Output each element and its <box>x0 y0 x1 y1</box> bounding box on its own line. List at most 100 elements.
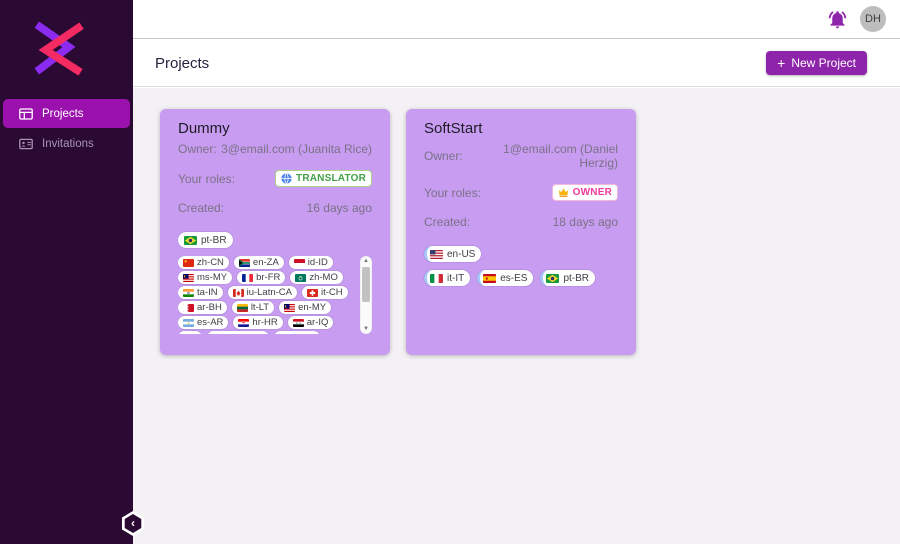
sidebar-item-label: Invitations <box>42 137 94 150</box>
base-language-row: en-US <box>424 246 618 262</box>
owner-label: Owner: <box>424 149 463 163</box>
created-value: 16 days ago <box>306 201 372 215</box>
owner-value: 3@email.com (Juanita Rice) <box>221 142 372 156</box>
user-avatar[interactable]: DH <box>860 6 886 32</box>
language-chip-id-ID: id-ID <box>288 256 333 269</box>
language-code: hr-HR <box>252 317 278 328</box>
flag-us-icon <box>430 249 443 259</box>
language-code: it-IT <box>447 272 465 284</box>
project-card-list: Dummy Owner: 3@email.com (Juanita Rice) You… <box>133 88 900 355</box>
language-chip-en-ZA: en-ZA <box>233 256 284 269</box>
flag-id-icon <box>293 258 305 267</box>
language-chip-ta-IN: ta-IN <box>178 286 223 299</box>
flag-br-icon <box>546 273 560 283</box>
language-chip-ms-MY: ms-MY <box>178 271 233 284</box>
language-code: es-ES <box>500 272 528 284</box>
language-code: zh-CN <box>197 257 224 268</box>
flag-my-icon <box>284 303 296 312</box>
owner-value: 1@email.com (Daniel Herzig) <box>503 142 618 170</box>
project-title: SoftStart <box>424 120 483 137</box>
created-label: Created: <box>424 215 471 229</box>
sidebar-collapse-button[interactable]: ‹ <box>121 511 145 536</box>
chevron-left-icon: ‹ <box>124 514 142 533</box>
language-code: pt-BR <box>201 234 227 246</box>
notification-bell-icon[interactable] <box>827 9 848 30</box>
flag-my-icon <box>183 273 194 282</box>
language-chip-br-FR: br-FR <box>237 271 286 284</box>
language-chip-row: it-IT es-ES pt-BR <box>424 270 618 286</box>
roles-label: Your roles: <box>178 171 235 186</box>
project-title: Dummy <box>178 120 230 137</box>
created-label: Created: <box>178 201 225 215</box>
flag-it-icon <box>430 273 443 283</box>
language-chip-iu-Latn-CA: iu-Latn-CA <box>227 286 298 299</box>
flag-mo-icon <box>295 273 307 282</box>
language-code: br-FR <box>256 272 281 283</box>
language-chip-partial <box>178 331 202 334</box>
flag-iq-icon <box>292 318 304 327</box>
base-language-row: pt-BR <box>178 232 372 248</box>
contact-card-icon <box>19 137 33 151</box>
flag-ar-icon <box>183 318 194 327</box>
language-chip-it-CH: it-CH <box>302 286 348 299</box>
language-scroll-area: zh-CN en-ZA id-ID ms-MY br-FR zh-MO ta-IN iu-La… <box>178 256 372 334</box>
role-label: OWNER <box>572 187 612 198</box>
language-code: id-ID <box>307 257 328 268</box>
language-code: ar-BH <box>197 302 222 313</box>
language-chip-zh-CN: zh-CN <box>178 256 229 269</box>
flag-fr-icon <box>242 273 254 282</box>
language-chip-en-US: en-US <box>424 246 482 262</box>
language-chip-pt-BR: pt-BR <box>540 270 596 286</box>
scroll-down-arrow-icon[interactable]: ▼ <box>360 324 372 334</box>
role-badge: TRANSLATOR <box>275 170 372 187</box>
flag-br-icon <box>184 235 197 245</box>
flag-lt-icon <box>236 303 248 312</box>
flag-cn-icon <box>183 258 194 267</box>
sidebar-item-invitations[interactable]: Invitations <box>3 129 130 158</box>
scroll-up-arrow-icon[interactable]: ▲ <box>360 256 372 266</box>
plus-icon: + <box>777 55 786 71</box>
crown-icon <box>558 188 568 197</box>
page-header: Projects + New Project <box>133 40 900 87</box>
language-chip-lt-LT: lt-LT <box>231 301 275 314</box>
language-code: ms-MY <box>197 272 228 283</box>
language-code: en-ZA <box>252 257 279 268</box>
hexagon-shape: ‹ <box>121 511 145 536</box>
sidebar-item-projects[interactable]: Projects <box>3 99 130 128</box>
role-badge: OWNER <box>551 184 618 201</box>
flag-bh-icon <box>183 303 194 312</box>
language-chip-partial <box>274 331 320 334</box>
globe-icon <box>281 173 292 184</box>
language-code: en-MY <box>298 302 327 313</box>
language-chip-it-IT: it-IT <box>424 270 471 286</box>
language-chip-ar-BH: ar-BH <box>178 301 227 314</box>
flag-in-icon <box>183 288 194 297</box>
new-project-label: New Project <box>791 56 856 70</box>
project-card-softstart[interactable]: SoftStart Owner: 1@email.com (Daniel Herzi… <box>406 109 636 355</box>
language-chip-hr-HR: hr-HR <box>233 316 283 329</box>
logo-icon <box>34 21 84 76</box>
sidebar-item-label: Projects <box>42 107 84 120</box>
flag-ca-icon <box>232 288 244 297</box>
flag-ch-icon <box>307 288 319 297</box>
role-label: TRANSLATOR <box>296 173 366 184</box>
language-chip-pt-BR: pt-BR <box>178 232 233 248</box>
new-project-button[interactable]: + New Project <box>766 51 867 75</box>
created-value: 18 days ago <box>552 215 618 229</box>
scrollbar[interactable]: ▲ ▼ <box>360 256 372 334</box>
owner-label: Owner: <box>178 142 217 156</box>
roles-label: Your roles: <box>424 185 481 200</box>
language-chip-partial <box>207 331 269 334</box>
language-chip-zh-MO: zh-MO <box>290 271 343 284</box>
page-title: Projects <box>155 54 210 72</box>
language-chip-ar-IQ: ar-IQ <box>287 316 334 329</box>
language-code: ar-IQ <box>306 317 329 328</box>
scrollbar-thumb[interactable] <box>362 267 370 302</box>
project-card-dummy[interactable]: Dummy Owner: 3@email.com (Juanita Rice) You… <box>160 109 390 355</box>
language-chip-en-MY: en-MY <box>279 301 332 314</box>
language-code: lt-LT <box>250 302 270 313</box>
language-chip-es-ES: es-ES <box>477 270 534 286</box>
language-code: zh-MO <box>309 272 338 283</box>
language-code: iu-Latn-CA <box>246 287 293 298</box>
app-logo[interactable] <box>0 0 133 83</box>
